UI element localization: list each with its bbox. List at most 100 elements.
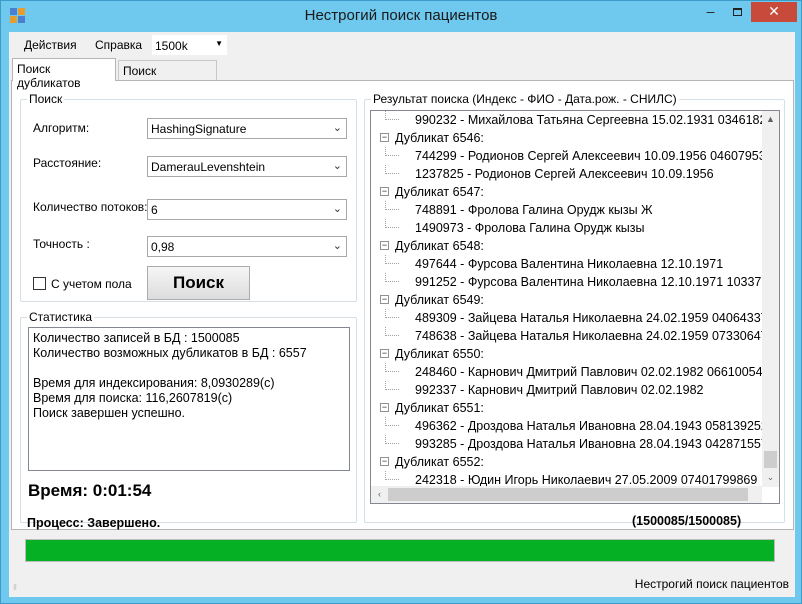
distance-value: DamerauLevenshtein xyxy=(151,160,266,174)
scroll-down-icon[interactable]: ⌄ xyxy=(762,469,779,486)
horizontal-scrollbar[interactable]: ‹ xyxy=(371,486,762,503)
menu-bar: Действия Справка 1500k ▼ xyxy=(9,32,795,58)
tree-node-label: Дубликат 6547: xyxy=(395,185,484,199)
collapse-icon[interactable]: − xyxy=(380,349,389,358)
stats-line: Поиск завершен успешно. xyxy=(33,406,185,420)
tree-node-label: 748891 - Фролова Галина Орудж кызы Ж xyxy=(415,203,653,217)
stats-output[interactable]: Количество записей в БД : 1500085 Количе… xyxy=(28,327,350,471)
algorithm-value: HashingSignature xyxy=(151,122,247,136)
algorithm-select[interactable]: HashingSignature ⌄ xyxy=(147,118,347,139)
close-button[interactable]: ✕ xyxy=(751,2,797,22)
tree-connector xyxy=(385,471,399,480)
dropdown-arrow-icon: ▼ xyxy=(215,39,223,48)
tree-node-label: 748638 - Зайцева Наталья Николаевна 24.0… xyxy=(415,329,768,343)
size-select[interactable]: 1500k ▼ xyxy=(152,35,227,55)
size-select-value: 1500k xyxy=(155,39,188,53)
stats-line xyxy=(33,361,345,376)
scroll-left-icon[interactable]: ‹ xyxy=(371,486,388,503)
gender-checkbox-label: С учетом пола xyxy=(51,277,132,291)
client-area: Действия Справка 1500k ▼ Поиск дубликато… xyxy=(9,32,795,597)
search-group-title: Поиск xyxy=(27,92,65,106)
tree-connector xyxy=(385,417,399,426)
collapse-icon[interactable]: − xyxy=(380,457,389,466)
threads-value: 6 xyxy=(151,203,158,217)
gender-checkbox[interactable] xyxy=(33,277,46,290)
tree-node-label: Дубликат 6548: xyxy=(395,239,484,253)
precision-select[interactable]: 0,98 ⌄ xyxy=(147,236,347,257)
collapse-icon[interactable]: − xyxy=(380,403,389,412)
tree-node-label: 990232 - Михайлова Татьяна Сергеевна 15.… xyxy=(415,113,774,127)
vertical-scrollbar[interactable]: ▲ ⌄ xyxy=(762,111,779,487)
stats-line: Количество возможных дубликатов в БД : 6… xyxy=(33,346,307,360)
tree-connector xyxy=(385,273,399,282)
tree-node-label: 993285 - Дроздова Наталья Ивановна 28.04… xyxy=(415,437,780,451)
tree-node-label: Дубликат 6549: xyxy=(395,293,484,307)
tree-connector xyxy=(385,327,399,336)
tree-node-label: Дубликат 6550: xyxy=(395,347,484,361)
title-bar[interactable]: Нестрогий поиск пациентов – ✕ xyxy=(1,1,801,31)
threads-select[interactable]: 6 ⌄ xyxy=(147,199,347,220)
collapse-icon[interactable]: − xyxy=(380,187,389,196)
maximize-icon xyxy=(733,8,742,16)
collapse-icon[interactable]: − xyxy=(380,241,389,250)
stats-group-title: Статистика xyxy=(27,310,95,324)
menu-actions[interactable]: Действия xyxy=(24,38,77,52)
algorithm-label: Алгоритм: xyxy=(33,121,90,135)
tree-connector xyxy=(385,309,399,318)
app-window: Нестрогий поиск пациентов – ✕ Действия С… xyxy=(0,0,802,604)
tree-node-label: Дубликат 6552: xyxy=(395,455,484,469)
tree-node-label: 1490973 - Фролова Галина Орудж кызы xyxy=(415,221,645,235)
tree-node-label: 991252 - Фурсова Валентина Николаевна 12… xyxy=(415,275,780,289)
collapse-icon[interactable]: − xyxy=(380,295,389,304)
chevron-down-icon: ⌄ xyxy=(332,122,342,134)
results-tree[interactable]: 990232 - Михайлова Татьяна Сергеевна 15.… xyxy=(370,110,780,504)
chevron-down-icon: ⌄ xyxy=(332,203,342,215)
tree-connector xyxy=(385,255,399,264)
tree-connector xyxy=(385,363,399,372)
vertical-scroll-thumb[interactable] xyxy=(764,451,777,468)
tree-connector xyxy=(385,381,399,390)
progress-bar xyxy=(25,539,775,562)
collapse-icon[interactable]: − xyxy=(380,133,389,142)
tree-node-label: 744299 - Родионов Сергей Алексеевич 10.0… xyxy=(415,149,780,163)
threads-label: Количество потоков: xyxy=(33,200,148,214)
stats-line: Время для поиска: 116,2607819(с) xyxy=(33,391,233,405)
tree-node-label: 1237825 - Родионов Сергей Алексеевич 10.… xyxy=(415,167,714,181)
chevron-down-icon: ⌄ xyxy=(332,240,342,252)
status-bar: ⁝⁝ Нестрогий поиск пациентов xyxy=(9,573,795,597)
process-counter: (1500085/1500085) xyxy=(632,514,742,528)
maximize-button[interactable] xyxy=(724,2,751,22)
status-text: Нестрогий поиск пациентов xyxy=(634,577,789,591)
tree-node-label: Дубликат 6551: xyxy=(395,401,484,415)
distance-select[interactable]: DamerauLevenshtein ⌄ xyxy=(147,156,347,177)
tree-connector xyxy=(385,201,399,210)
tree-node-label: 992337 - Карнович Дмитрий Павлович 02.02… xyxy=(415,383,704,397)
window-title: Нестрогий поиск пациентов xyxy=(304,7,498,24)
tree-node-label: Дубликат 6546: xyxy=(395,131,484,145)
tree-node-label: 497644 - Фурсова Валентина Николаевна 12… xyxy=(415,257,724,271)
horizontal-scroll-thumb[interactable] xyxy=(388,488,748,501)
tree-connector xyxy=(385,111,399,120)
tree-node-label: 496362 - Дроздова Наталья Ивановна 28.04… xyxy=(415,419,780,433)
precision-label: Точность : xyxy=(33,237,90,251)
tree-node-label: 489309 - Зайцева Наталья Николаевна 24.0… xyxy=(415,311,768,325)
process-status: Процесс: Завершено. xyxy=(27,516,161,530)
chevron-down-icon: ⌄ xyxy=(332,160,342,172)
results-group-title: Результат поиска (Индекс - ФИО - Дата.ро… xyxy=(371,92,679,106)
scroll-up-icon[interactable]: ▲ xyxy=(762,111,779,128)
tree-connector xyxy=(385,435,399,444)
resize-grip-icon[interactable]: ⁝⁝ xyxy=(13,583,17,592)
stats-line: Время для индексирования: 8,0930289(с) xyxy=(33,376,275,390)
tab-patient-search[interactable]: Поиск пациентов xyxy=(118,60,217,92)
tree-connector xyxy=(385,165,399,174)
elapsed-time-label: Время: 0:01:54 xyxy=(28,481,152,500)
tab-duplicate-search[interactable]: Поиск дубликатов xyxy=(12,58,116,90)
search-group: Поиск Алгоритм: HashingSignature ⌄ Расст… xyxy=(20,92,357,302)
progress-fill xyxy=(26,540,774,561)
minimize-button[interactable]: – xyxy=(697,2,724,22)
menu-help[interactable]: Справка xyxy=(95,38,142,52)
stats-line: Количество записей в БД : 1500085 xyxy=(33,331,240,345)
search-button[interactable]: Поиск xyxy=(147,266,250,300)
precision-value: 0,98 xyxy=(151,240,175,254)
stats-group: Статистика Количество записей в БД : 150… xyxy=(20,310,357,523)
